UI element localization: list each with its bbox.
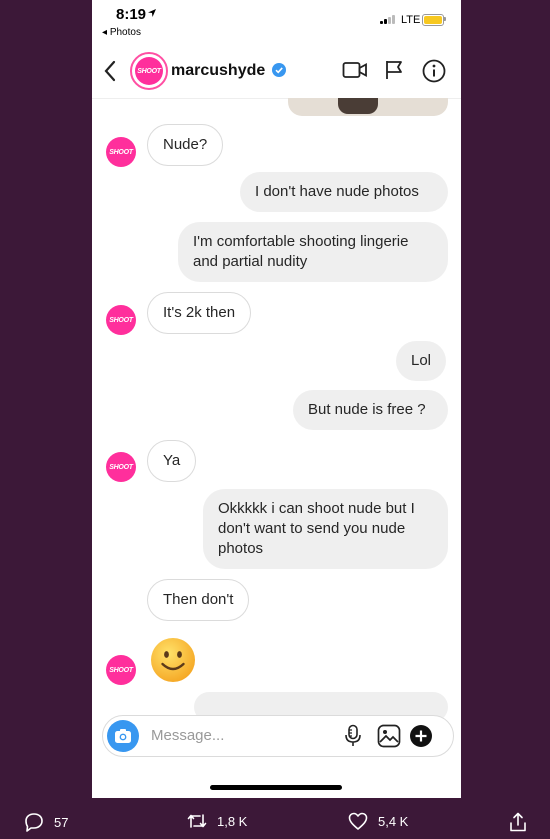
battery-tip xyxy=(444,17,446,21)
share-icon xyxy=(510,812,526,832)
status-time: 8:19 xyxy=(116,6,147,23)
message-input[interactable]: Message... xyxy=(151,727,224,744)
shared-photo-partial[interactable] xyxy=(288,98,448,116)
header-avatar[interactable]: SHOOT xyxy=(130,52,168,90)
gallery-icon[interactable] xyxy=(377,724,401,748)
home-indicator xyxy=(210,785,342,790)
message-bubble-sent: But nude is free ? xyxy=(293,390,448,430)
back-to-app-link[interactable]: ◂ Photos xyxy=(102,27,141,38)
message-bubble-received: It's 2k then xyxy=(147,292,252,334)
message-composer: Message... xyxy=(102,715,454,757)
battery-icon xyxy=(422,14,444,26)
camera-icon xyxy=(115,729,131,743)
add-icon[interactable] xyxy=(409,724,433,748)
reply-icon xyxy=(25,813,43,832)
flag-icon[interactable] xyxy=(384,59,404,81)
like-count: 5,4 K xyxy=(378,813,409,829)
heart-icon xyxy=(348,812,368,830)
slightly-smiling-face-emoji-icon xyxy=(151,638,195,682)
message-bubble-sent: Lol xyxy=(396,341,447,381)
microphone-icon[interactable] xyxy=(343,724,363,748)
network-type: LTE xyxy=(401,14,421,26)
share-action[interactable] xyxy=(509,812,537,832)
sender-avatar[interactable]: SHOOT xyxy=(106,305,136,335)
location-arrow-icon xyxy=(148,9,156,17)
header-username[interactable]: marcushyde xyxy=(171,62,265,80)
sender-avatar[interactable]: SHOOT xyxy=(106,655,136,685)
retweet-count: 1,8 K xyxy=(217,813,248,829)
sender-avatar[interactable]: SHOOT xyxy=(106,452,136,482)
chat-header: SHOOT marcushyde xyxy=(92,50,461,99)
camera-button[interactable] xyxy=(107,720,139,752)
info-icon[interactable] xyxy=(422,59,446,83)
retweet-action[interactable]: 1,8 K xyxy=(187,812,247,830)
reply-count: 57 xyxy=(54,814,69,830)
signal-icon xyxy=(380,14,398,24)
back-to-app-label: Photos xyxy=(109,27,141,38)
avatar-logo-image: SHOOT xyxy=(135,57,163,85)
video-call-icon[interactable] xyxy=(342,59,368,81)
like-action[interactable]: 5,4 K xyxy=(348,812,408,830)
retweet-icon xyxy=(187,814,207,828)
sender-avatar[interactable]: SHOOT xyxy=(106,137,136,167)
verified-badge-icon xyxy=(272,63,286,77)
message-bubble-received: Nude? xyxy=(147,124,224,166)
message-bubble-received: Ya xyxy=(147,440,197,482)
phone-screenshot: 8:19 ◂ Photos LTE SHOOT marcushyde SHOOT… xyxy=(92,0,461,798)
message-bubble-received: Then don't xyxy=(147,579,250,621)
back-chevron-icon[interactable] xyxy=(102,59,118,83)
reply-action[interactable]: 57 xyxy=(24,812,68,832)
message-bubble-sent: Okkkkk i can shoot nude but I don't want… xyxy=(203,489,448,569)
message-bubble-sent: I don't have nude photos xyxy=(240,172,448,212)
message-bubble-sent: I'm comfortable shooting lingerie and pa… xyxy=(178,222,448,282)
